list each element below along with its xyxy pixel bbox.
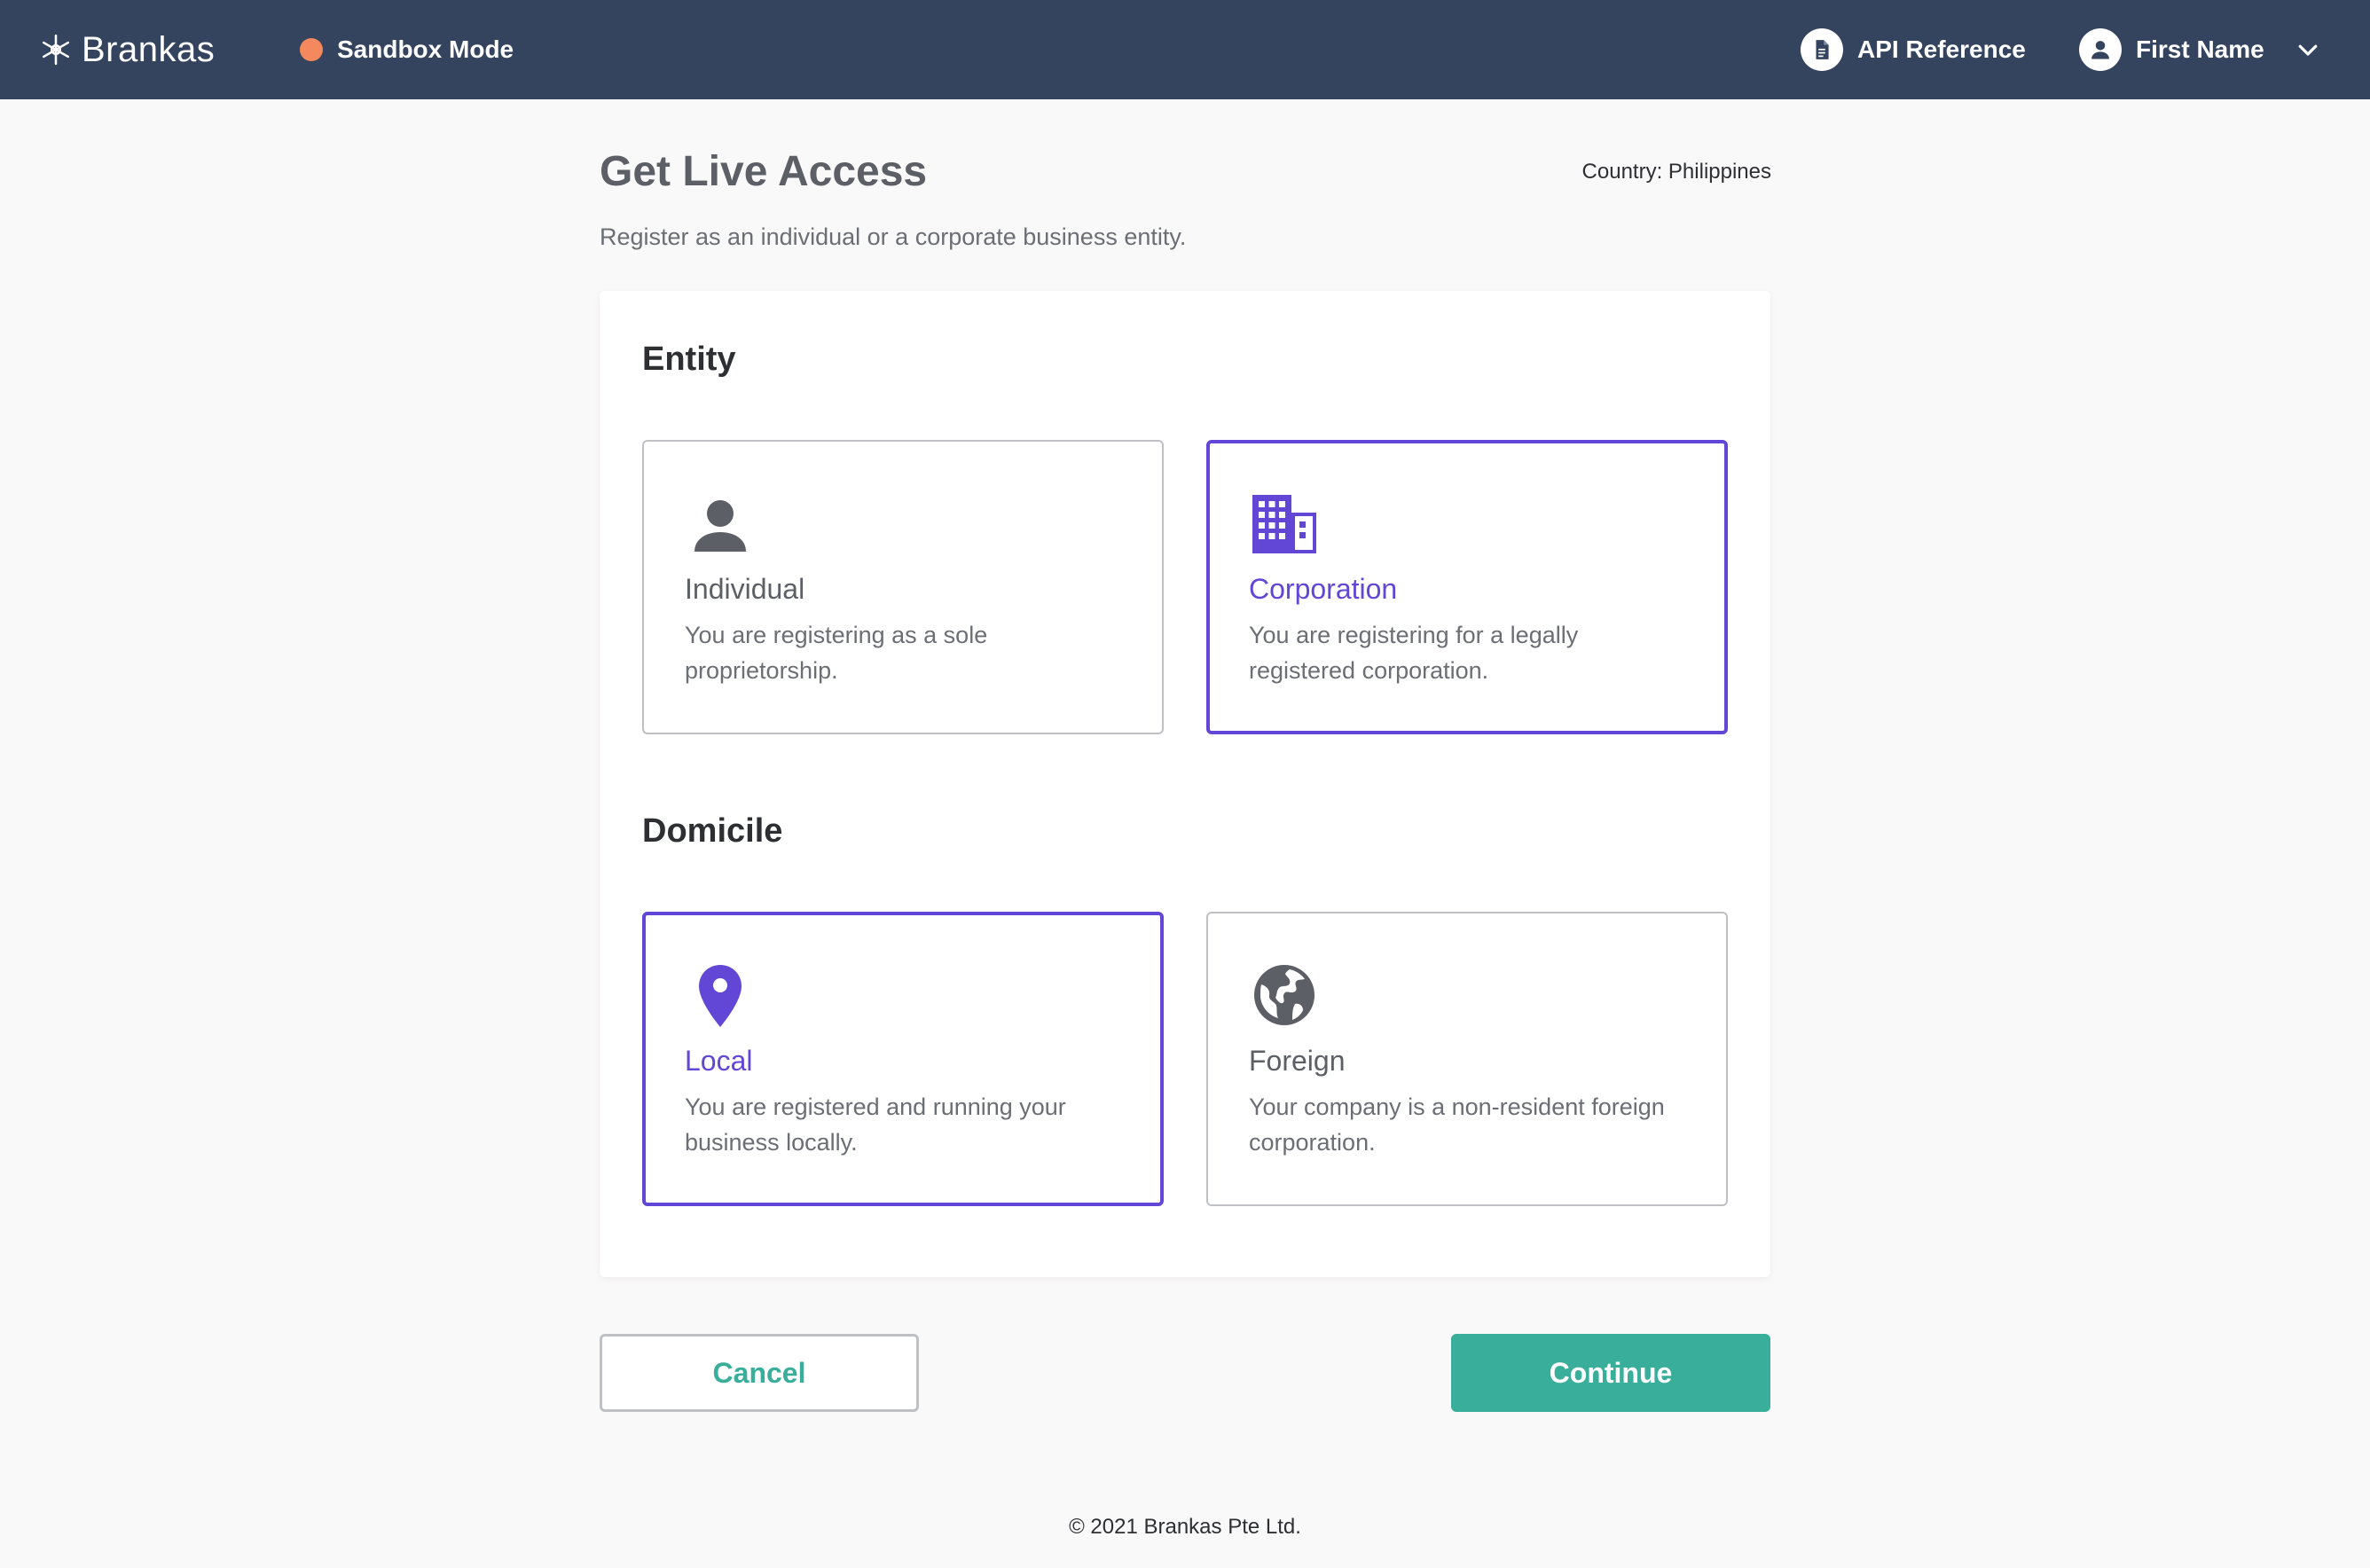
person-icon xyxy=(695,500,746,552)
brand-name: Brankas xyxy=(82,29,216,69)
brand-logo[interactable]: Brankas xyxy=(39,0,215,99)
registration-card: Entity Individual You are registering as… xyxy=(600,291,1770,1277)
sandbox-mode-indicator: Sandbox Mode xyxy=(300,0,514,99)
document-icon xyxy=(1801,28,1843,71)
domicile-section-title: Domicile xyxy=(642,812,783,850)
cancel-button[interactable]: Cancel xyxy=(600,1334,919,1412)
entity-section-title: Entity xyxy=(642,341,736,378)
globe-icon xyxy=(1254,965,1314,1025)
api-reference-label: API Reference xyxy=(1857,35,2026,63)
option-description: You are registering for a legally regist… xyxy=(1249,622,1579,684)
option-foreign[interactable]: Foreign Your company is a non-resident f… xyxy=(1206,912,1728,1206)
option-label: Individual xyxy=(685,573,805,605)
option-description: You are registered and running your busi… xyxy=(685,1094,1066,1156)
page-subtitle: Register as an individual or a corporate… xyxy=(600,223,1187,250)
option-description: You are registering as a sole proprietor… xyxy=(685,622,988,684)
footer-copyright: © 2021 Brankas Pte Ltd. xyxy=(1069,1515,1301,1539)
country-label: Country: Philippines xyxy=(1581,160,1771,184)
top-nav-bar: Brankas Sandbox Mode API Reference First… xyxy=(0,0,2370,99)
page-title: Get Live Access xyxy=(600,148,928,195)
option-label: Corporation xyxy=(1249,573,1398,605)
user-name: First Name xyxy=(2136,35,2264,63)
option-description: Your company is a non-resident foreign c… xyxy=(1249,1094,1665,1156)
option-label: Foreign xyxy=(1249,1045,1346,1077)
continue-button[interactable]: Continue xyxy=(1451,1334,1770,1412)
building-icon xyxy=(1252,495,1316,553)
option-local[interactable]: Local You are registered and running you… xyxy=(642,912,1164,1206)
snowflake-logo-icon xyxy=(42,34,70,66)
mode-label: Sandbox Mode xyxy=(337,35,514,63)
user-avatar-icon xyxy=(2079,28,2122,71)
option-label: Local xyxy=(685,1045,753,1077)
location-pin-icon xyxy=(699,965,742,1027)
api-reference-link[interactable]: API Reference xyxy=(1801,0,2026,99)
option-corporation[interactable]: Corporation You are registering for a le… xyxy=(1206,440,1728,734)
chevron-down-icon[interactable] xyxy=(2295,36,2321,63)
option-individual[interactable]: Individual You are registering as a sole… xyxy=(642,440,1164,734)
status-dot-icon xyxy=(300,38,323,61)
user-menu[interactable]: First Name xyxy=(2079,0,2321,99)
